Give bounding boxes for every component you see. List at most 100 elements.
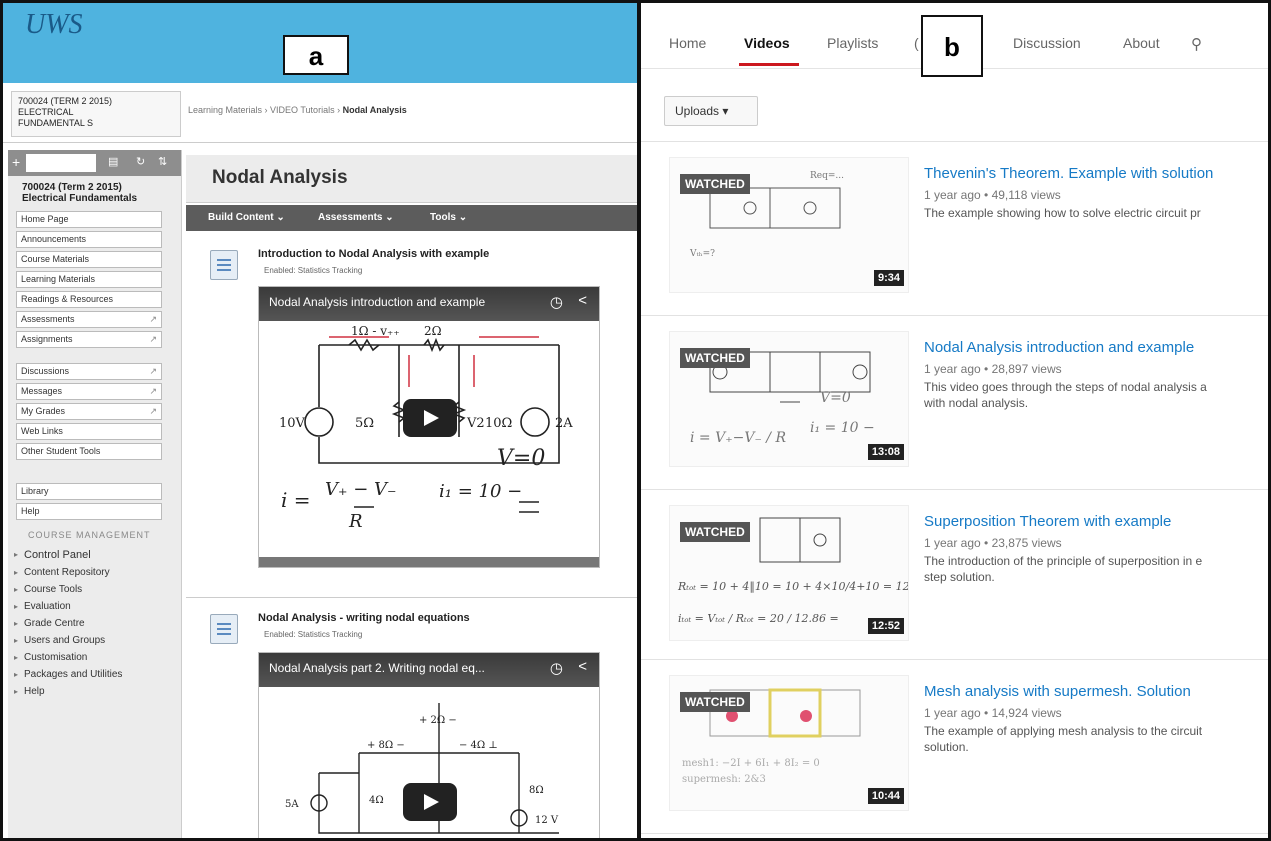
cm-help[interactable]: Help bbox=[8, 683, 181, 700]
video-list-item[interactable]: Rₜₒₜ = 10 + 4‖10 = 10 + 4×10/4+10 = 12.8… bbox=[641, 493, 1268, 663]
cm-customisation[interactable]: Customisation bbox=[8, 649, 181, 666]
folder-view-icon[interactable]: ▤ bbox=[108, 155, 118, 168]
nav-discussions[interactable]: Discussions ↗ bbox=[16, 363, 162, 380]
sidebar-course-name: Electrical Fundamentals bbox=[22, 193, 138, 204]
content-item: Introduction to Nodal Analysis with exam… bbox=[186, 238, 637, 598]
document-icon bbox=[210, 614, 238, 644]
play-button[interactable] bbox=[403, 783, 457, 821]
nav-assessments[interactable]: Assessments ↗ bbox=[16, 311, 162, 328]
page-title: Nodal Analysis bbox=[212, 167, 348, 188]
share-icon[interactable]: < bbox=[578, 292, 587, 309]
refresh-icon[interactable]: ↻ bbox=[136, 155, 145, 168]
cm-users-groups[interactable]: Users and Groups bbox=[8, 632, 181, 649]
svg-text:− 4Ω ⊥: − 4Ω ⊥ bbox=[459, 740, 498, 751]
nav-learning-materials[interactable]: Learning Materials bbox=[16, 271, 162, 288]
svg-text:10Ω: 10Ω bbox=[485, 416, 512, 431]
embedded-video-player[interactable]: 10V 5Ω V1 V2 10Ω 2A 1Ω - v₊₊ 2Ω i = V₊ −… bbox=[258, 286, 600, 568]
svg-text:Req=...: Req=... bbox=[810, 171, 844, 181]
duration-badge: 13:08 bbox=[867, 444, 904, 460]
watch-later-icon[interactable]: ◷ bbox=[550, 659, 563, 677]
video-progress-bar[interactable] bbox=[259, 557, 599, 567]
course-management-heading: COURSE MANAGEMENT bbox=[28, 530, 151, 540]
video-title[interactable]: Nodal Analysis part 2. Writing nodal eq.… bbox=[269, 661, 485, 675]
video-description: The example showing how to solve electri… bbox=[924, 206, 1201, 220]
embedded-video-player[interactable]: + 2Ω − + 8Ω − − 4Ω ⊥ 5A 4Ω 8Ω 12 V Nodal… bbox=[258, 652, 600, 838]
video-title-link[interactable]: Mesh analysis with supermesh. Solution bbox=[924, 683, 1191, 700]
nav-help[interactable]: Help bbox=[16, 503, 162, 520]
svg-text:i₁ = 10 −: i₁ = 10 − bbox=[439, 481, 522, 502]
tools-menu[interactable]: Tools ⌄ bbox=[430, 212, 467, 223]
cm-content-repository[interactable]: Content Repository bbox=[8, 564, 181, 581]
uploads-dropdown[interactable]: Uploads ▾ bbox=[664, 96, 758, 126]
crumb-video-tutorials[interactable]: VIDEO Tutorials bbox=[270, 105, 335, 115]
nav-my-grades[interactable]: My Grades ↗ bbox=[16, 403, 162, 420]
video-title[interactable]: Nodal Analysis introduction and example bbox=[269, 295, 485, 309]
item-title-link[interactable]: Nodal Analysis - writing nodal equations bbox=[258, 612, 470, 624]
svg-text:V₊ − V₋: V₊ − V₋ bbox=[325, 479, 397, 500]
panel-b-youtube: Home Videos Playlists ( Discussion About… bbox=[641, 3, 1268, 838]
svg-text:8Ω: 8Ω bbox=[529, 785, 544, 796]
tab-home[interactable]: Home bbox=[669, 35, 706, 51]
nav-library[interactable]: Library bbox=[16, 483, 162, 500]
nav-readings-resources[interactable]: Readings & Resources bbox=[16, 291, 162, 308]
video-list-item[interactable]: Req=... Vₜₕ=? WATCHED 9:34 Thevenin's The… bbox=[641, 145, 1268, 315]
video-thumbnail[interactable]: Rₜₒₜ = 10 + 4‖10 = 10 + 4×10/4+10 = 12.8… bbox=[669, 505, 909, 641]
cm-evaluation[interactable]: Evaluation bbox=[8, 598, 181, 615]
video-list-item[interactable]: mesh1: −2I + 6I₁ + 8I₂ = 0 supermesh: 2&3… bbox=[641, 663, 1268, 833]
nav-web-links[interactable]: Web Links bbox=[16, 423, 162, 440]
nav-group-2: Discussions ↗ Messages ↗ My Grades ↗ Web Li… bbox=[8, 363, 181, 460]
divider-line bbox=[641, 141, 1268, 142]
add-menu-item-icon[interactable]: + bbox=[12, 154, 20, 170]
nav-messages[interactable]: Messages ↗ bbox=[16, 383, 162, 400]
nav-label: Library bbox=[21, 486, 49, 496]
svg-text:+ 8Ω −: + 8Ω − bbox=[367, 740, 405, 751]
share-icon[interactable]: < bbox=[578, 658, 587, 675]
nav-other-student-tools[interactable]: Other Student Tools bbox=[16, 443, 162, 460]
document-icon bbox=[210, 250, 238, 280]
tab-discussion[interactable]: Discussion bbox=[1013, 35, 1081, 51]
tab-about[interactable]: About bbox=[1123, 35, 1160, 51]
assessments-menu[interactable]: Assessments ⌄ bbox=[318, 212, 394, 223]
divider-line bbox=[641, 833, 1268, 834]
video-title-link[interactable]: Superposition Theorem with example bbox=[924, 513, 1171, 530]
build-content-menu[interactable]: Build Content ⌄ bbox=[208, 212, 285, 223]
video-list-item[interactable]: i = V₊−V₋ / Ri₁ = 10 − V=0 WATCHED 13:08 … bbox=[641, 319, 1268, 489]
svg-text:Rₜₒₜ = 10 + 4‖10 = 10 + 4×10/4: Rₜₒₜ = 10 + 4‖10 = 10 + 4×10/4+10 = 12.8… bbox=[677, 580, 909, 594]
video-title-link[interactable]: Nodal Analysis introduction and example bbox=[924, 339, 1194, 356]
watch-later-icon[interactable]: ◷ bbox=[550, 293, 563, 311]
action-bar: Build Content ⌄ Assessments ⌄ Tools ⌄ bbox=[186, 205, 637, 231]
tab-truncated[interactable]: ( bbox=[914, 35, 919, 51]
external-link-icon: ↗ bbox=[149, 406, 157, 416]
video-thumbnail[interactable]: mesh1: −2I + 6I₁ + 8I₂ = 0 supermesh: 2&3… bbox=[669, 675, 909, 811]
search-icon[interactable]: ⚲ bbox=[1191, 35, 1202, 53]
item-enabled-status: Enabled: Statistics Tracking bbox=[264, 630, 363, 639]
svg-text:i₁ = 10 −: i₁ = 10 − bbox=[810, 420, 875, 436]
nav-course-materials[interactable]: Course Materials bbox=[16, 251, 162, 268]
reorder-icon[interactable]: ⇅ bbox=[158, 155, 167, 168]
cm-control-panel[interactable]: Control Panel bbox=[8, 546, 181, 564]
page-title-bar: Nodal Analysis bbox=[186, 155, 637, 203]
crumb-learning-materials[interactable]: Learning Materials bbox=[188, 105, 262, 115]
nav-assignments[interactable]: Assignments ↗ bbox=[16, 331, 162, 348]
nav-label: Other Student Tools bbox=[21, 446, 101, 456]
nav-announcements[interactable]: Announcements bbox=[16, 231, 162, 248]
item-title-link[interactable]: Introduction to Nodal Analysis with exam… bbox=[258, 248, 489, 260]
breadcrumb: Learning Materials › VIDEO Tutorials › N… bbox=[188, 105, 407, 115]
tab-playlists[interactable]: Playlists bbox=[827, 35, 878, 51]
uws-logo: UWS bbox=[25, 9, 83, 40]
cm-grade-centre[interactable]: Grade Centre bbox=[8, 615, 181, 632]
external-link-icon: ↗ bbox=[149, 386, 157, 396]
video-title-link[interactable]: Thevenin's Theorem. Example with solutio… bbox=[924, 165, 1213, 182]
video-thumbnail[interactable]: Req=... Vₜₕ=? WATCHED 9:34 bbox=[669, 157, 909, 293]
cm-packages-utilities[interactable]: Packages and Utilities bbox=[8, 666, 181, 683]
cm-course-tools[interactable]: Course Tools bbox=[8, 581, 181, 598]
video-titlebar: Nodal Analysis part 2. Writing nodal eq.… bbox=[259, 653, 599, 687]
nav-home-page[interactable]: Home Page bbox=[16, 211, 162, 228]
course-menu-button[interactable]: 700024 (TERM 2 2015) ELECTRICAL FUNDAMEN… bbox=[11, 91, 181, 137]
svg-text:2A: 2A bbox=[555, 416, 573, 431]
nav-label: Help bbox=[21, 506, 40, 516]
play-button[interactable] bbox=[403, 399, 457, 437]
tab-videos[interactable]: Videos bbox=[744, 35, 790, 51]
video-thumbnail[interactable]: i = V₊−V₋ / R i₁ = 10 − V=0 WATCHED 13:08 bbox=[669, 331, 909, 467]
